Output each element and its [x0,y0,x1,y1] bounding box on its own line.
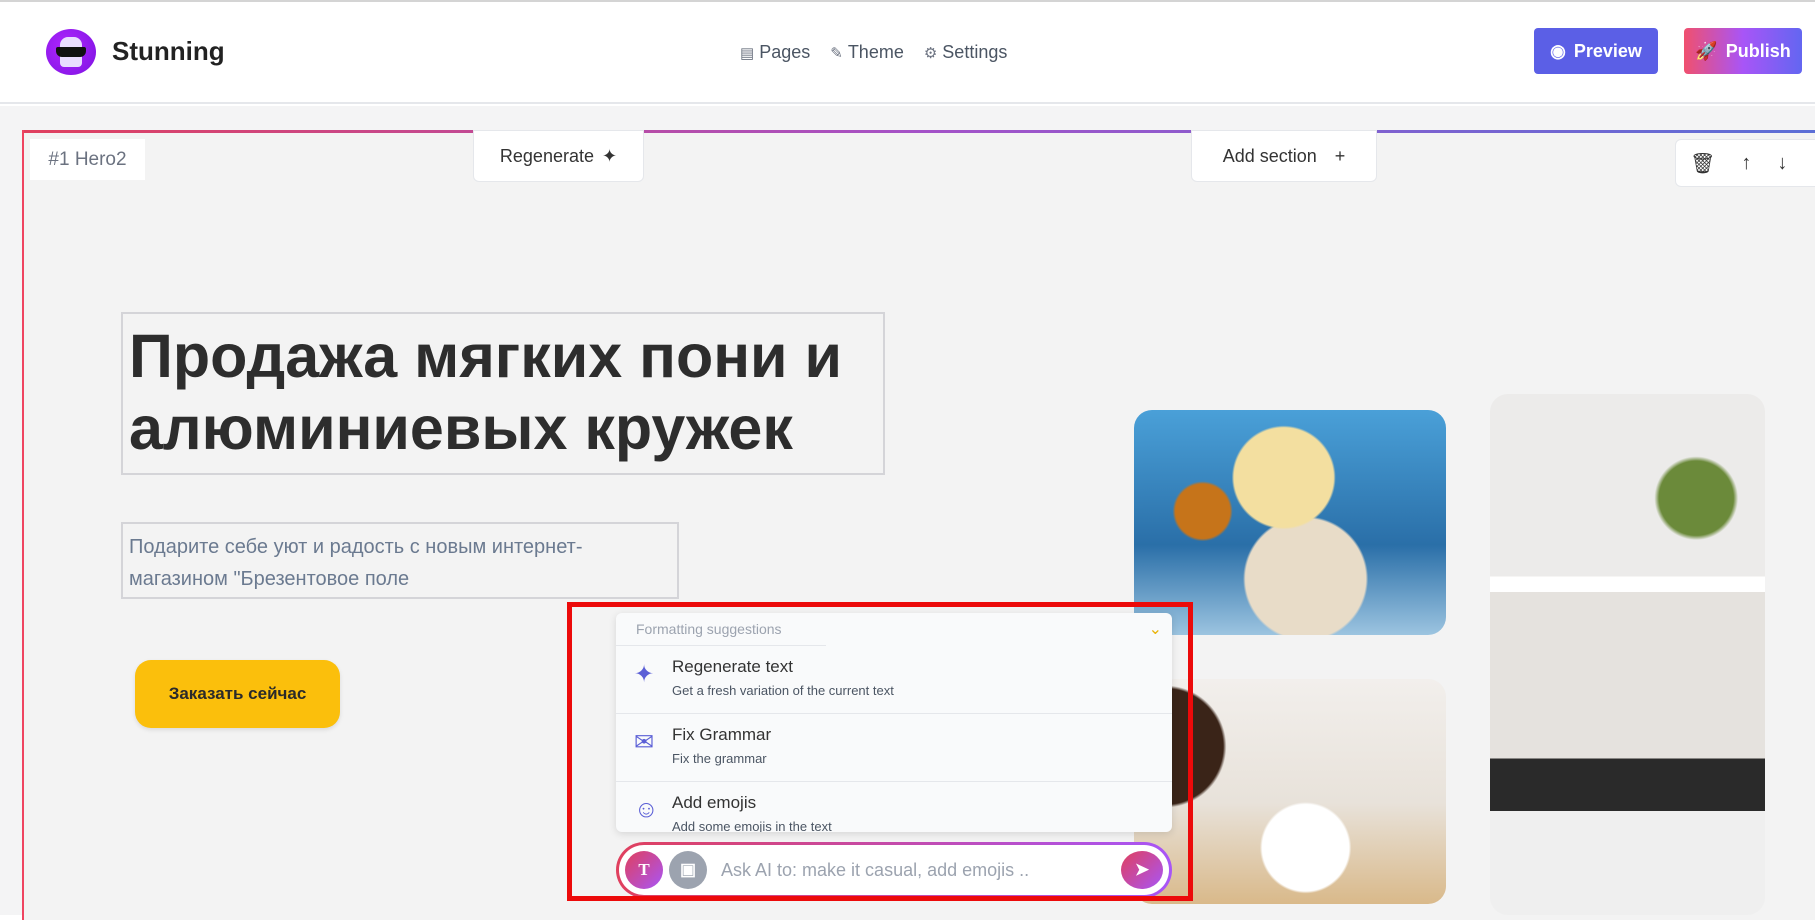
pages-icon: ▤ [740,45,755,62]
regenerate-label: Regenerate [499,145,594,166]
publish-label: Publish [1725,40,1791,61]
top-header: Stunning ▤ Pages ✎ Theme ⚙ Settings ◉ Previe… [0,2,1815,104]
brush-icon: ✎ [830,45,843,62]
hero-image-2[interactable] [1490,394,1765,915]
trash-icon[interactable]: 🗑 [1690,151,1715,176]
preview-button[interactable]: ◉ Preview [1534,28,1658,74]
plus-icon: + [1334,145,1346,166]
arrow-down-icon[interactable]: ↓ [1777,152,1787,175]
nav-label: Pages [759,42,811,62]
logo-icon[interactable] [46,29,96,75]
nav-settings[interactable]: ⚙ Settings [924,42,1008,63]
nav-pages[interactable]: ▤ Pages [740,42,810,63]
nav-label: Theme [847,42,904,62]
highlight-box [567,602,1193,901]
sparkle-icon: ✦ [601,145,618,166]
add-section-button[interactable]: Add section + [1191,130,1377,182]
add-section-label: Add section [1222,145,1317,166]
arrow-up-icon[interactable]: ↑ [1741,152,1751,175]
regenerate-button[interactable]: Regenerate ✦ [473,130,644,182]
section-toolbar: 🗑 ↑ ↓ [1675,139,1815,187]
brand-name: Stunning [112,36,225,66]
hero-subtitle[interactable]: Подарите себе уют и радость с новым инте… [121,522,679,599]
rocket-icon: 🚀 [1695,40,1718,61]
main-nav: ▤ Pages ✎ Theme ⚙ Settings [740,42,1007,63]
section-tag: #1 Hero2 [30,139,145,180]
hero-title[interactable]: Продажа мягких пони и алюминиевых кружек [121,312,885,475]
eye-icon: ◉ [1550,40,1566,61]
gear-icon: ⚙ [923,45,938,62]
nav-label: Settings [942,42,1008,62]
preview-label: Preview [1573,40,1642,61]
nav-theme[interactable]: ✎ Theme [830,42,904,63]
publish-button[interactable]: 🚀 Publish [1684,28,1802,74]
order-now-button[interactable]: Заказать сейчас [135,660,340,728]
